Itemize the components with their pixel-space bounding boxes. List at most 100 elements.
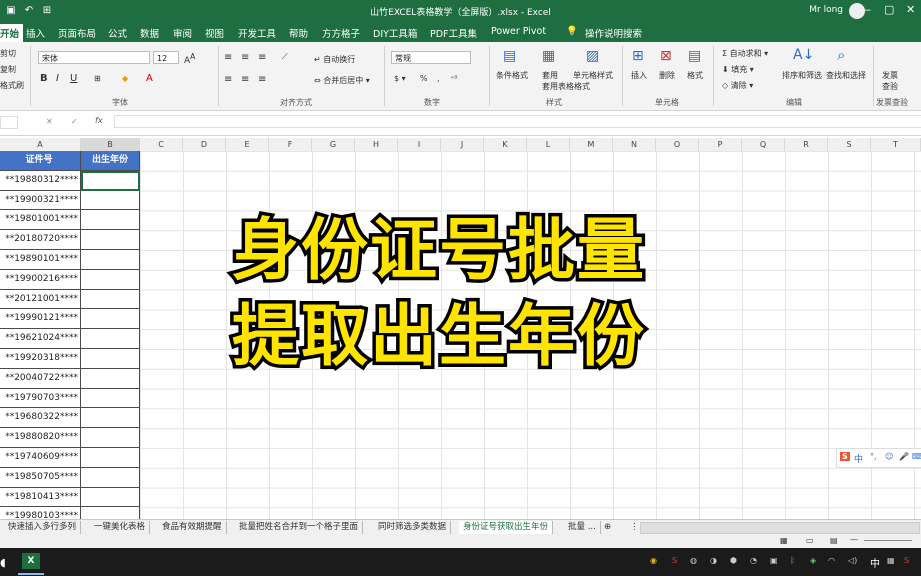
column-header[interactable]: I xyxy=(398,138,441,151)
ime-mode-label[interactable]: 中 xyxy=(854,452,863,465)
birth-year-cell[interactable] xyxy=(81,210,140,231)
tab-page-layout[interactable]: 页面布局 xyxy=(58,26,96,40)
column-header[interactable]: Q xyxy=(742,138,785,151)
zoom-out-icon[interactable]: — xyxy=(850,535,858,544)
ime-toolbar[interactable]: S 中 °, ☺ 🎤 ⌨ xyxy=(836,448,921,468)
birth-year-cell[interactable] xyxy=(81,190,140,211)
invoice-check-button[interactable]: 发票 查验 xyxy=(882,70,898,92)
column-header[interactable]: E xyxy=(226,138,269,151)
id-cell[interactable]: **19850705**** xyxy=(0,467,81,488)
horizontal-scrollbar[interactable] xyxy=(640,522,920,534)
maximize-button[interactable]: ▢ xyxy=(884,3,894,16)
grow-font-icon[interactable]: AA xyxy=(184,52,195,66)
birth-year-cell[interactable] xyxy=(81,448,140,468)
tray-icon[interactable]: S xyxy=(672,556,677,565)
id-cell[interactable]: **19990121**** xyxy=(0,309,81,330)
tab-pdf-tools[interactable]: PDF工具集 xyxy=(430,26,477,40)
birth-year-cell[interactable] xyxy=(81,487,140,508)
column-header[interactable]: N xyxy=(613,138,656,151)
id-cell[interactable]: **19740609**** xyxy=(0,448,81,468)
comma-icon[interactable]: , xyxy=(437,74,440,83)
tab-fangfang[interactable]: 方方格子 xyxy=(322,26,360,40)
id-cell[interactable]: **19900216**** xyxy=(0,269,81,290)
align-center-icon[interactable]: ≡ xyxy=(241,74,249,85)
sort-filter-button[interactable]: 排序和筛选 xyxy=(782,70,822,81)
column-header[interactable]: M xyxy=(570,138,613,151)
id-cell[interactable]: **20180720**** xyxy=(0,230,81,250)
align-bottom-icon[interactable]: ≡ xyxy=(258,52,266,63)
birth-year-cell[interactable] xyxy=(81,467,140,488)
tray-icon[interactable]: ▣ xyxy=(770,556,778,565)
id-cell[interactable]: **19980103**** xyxy=(0,507,81,519)
insert-button[interactable]: 插入 xyxy=(631,70,647,81)
birth-year-cell[interactable] xyxy=(81,289,140,310)
font-size-select[interactable]: 12 xyxy=(153,51,179,64)
tab-developer[interactable]: 开发工具 xyxy=(238,26,276,40)
birth-year-cell[interactable] xyxy=(81,230,140,250)
column-header[interactable]: J xyxy=(441,138,484,151)
tab-review[interactable]: 审阅 xyxy=(173,26,192,40)
id-cell[interactable]: **19880820**** xyxy=(0,428,81,448)
tab-insert[interactable]: 插入 xyxy=(26,26,45,40)
tab-power-pivot[interactable]: Power Pivot xyxy=(491,26,546,37)
column-header[interactable]: F xyxy=(269,138,312,151)
tray-icon[interactable]: ◍ xyxy=(690,556,697,565)
column-header[interactable]: S xyxy=(828,138,871,151)
volume-icon[interactable]: ◁) xyxy=(848,556,857,565)
function-icon[interactable]: fx xyxy=(95,116,103,125)
clear-button[interactable]: ◇ 清除 ▾ xyxy=(722,80,753,91)
close-button[interactable]: ✕ xyxy=(906,3,915,16)
column-header[interactable]: G xyxy=(312,138,355,151)
tab-diy-toolbox[interactable]: DIY工具箱 xyxy=(373,26,417,40)
autosum-button[interactable]: Σ 自动求和 ▾ xyxy=(722,48,768,59)
number-format-select[interactable]: 常规 xyxy=(391,51,471,64)
sheet-tab[interactable]: 同时筛选多类数据 xyxy=(374,521,452,534)
sheet-tab[interactable]: 食品有效期提醒 xyxy=(158,521,227,534)
cut-button[interactable]: 剪切 xyxy=(0,48,16,59)
column-header[interactable]: A xyxy=(0,138,81,151)
id-cell[interactable]: **19810413**** xyxy=(0,487,81,508)
id-cell[interactable]: **19890101**** xyxy=(0,250,81,270)
grid-icon[interactable]: ▦ xyxy=(887,556,895,565)
formula-input[interactable] xyxy=(114,115,921,128)
id-cell[interactable]: **19880312**** xyxy=(0,170,81,191)
birth-year-cell[interactable] xyxy=(81,507,140,519)
tab-view[interactable]: 视图 xyxy=(205,26,224,40)
column-header[interactable]: T xyxy=(871,138,921,151)
start-icon[interactable]: ◖ xyxy=(0,556,6,569)
delete-button[interactable]: 删除 xyxy=(659,70,675,81)
percent-icon[interactable]: % xyxy=(420,74,428,83)
enter-icon[interactable]: ✓ xyxy=(71,117,78,126)
bluetooth-icon[interactable]: ᛒ xyxy=(790,556,795,565)
add-sheet-button[interactable]: ⊕ xyxy=(600,521,615,534)
underline-button[interactable]: U xyxy=(70,73,77,84)
font-name-select[interactable]: 宋体 xyxy=(38,51,150,64)
page-break-view-icon[interactable]: ▤ xyxy=(830,536,838,545)
header-cell-birth-year[interactable]: 出生年份 xyxy=(81,151,140,171)
keyboard-icon[interactable]: ⌨ xyxy=(912,452,921,461)
birth-year-cell[interactable] xyxy=(81,428,140,448)
ime-indicator[interactable]: 中 xyxy=(870,555,880,570)
tray-icon[interactable]: ⬢ xyxy=(730,556,737,565)
decimal-icon[interactable]: ⁺⁰ xyxy=(450,74,457,83)
page-layout-view-icon[interactable]: ▭ xyxy=(806,536,814,545)
minimize-button[interactable]: — xyxy=(860,3,871,16)
birth-year-cell[interactable] xyxy=(81,269,140,290)
align-left-icon[interactable]: ≡ xyxy=(224,74,232,85)
tray-icon[interactable]: ◔ xyxy=(750,556,757,565)
format-painter-button[interactable]: 格式刷 xyxy=(0,80,24,91)
tray-icon[interactable]: ◉ xyxy=(650,556,657,565)
punctuation-icon[interactable]: °, xyxy=(870,452,877,461)
normal-view-icon[interactable]: ▦ xyxy=(780,536,788,545)
tell-me-search[interactable]: 操作说明搜索 xyxy=(585,26,642,40)
wifi-icon[interactable]: ◠ xyxy=(828,556,835,565)
column-header[interactable]: P xyxy=(699,138,742,151)
column-header[interactable]: H xyxy=(355,138,398,151)
column-header[interactable]: R xyxy=(785,138,828,151)
font-color-icon[interactable]: A xyxy=(146,73,153,84)
birth-year-cell[interactable] xyxy=(81,368,140,389)
birth-year-cell[interactable] xyxy=(81,408,140,429)
birth-year-cell[interactable] xyxy=(81,309,140,330)
tab-formulas[interactable]: 公式 xyxy=(108,26,127,40)
column-header[interactable]: K xyxy=(484,138,527,151)
